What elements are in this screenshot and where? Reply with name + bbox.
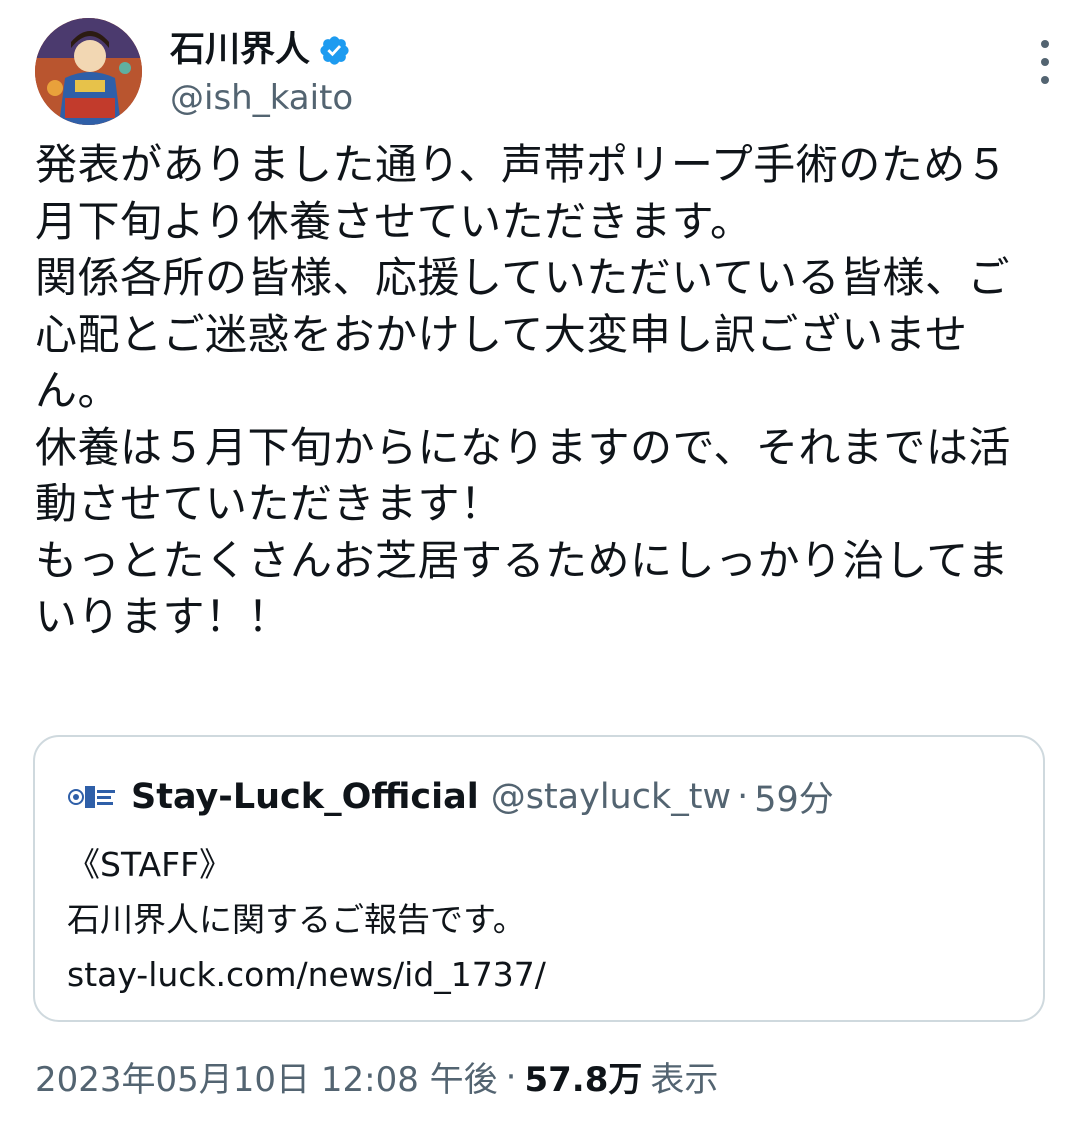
quoted-link: stay-luck.com/news/id_1737/ (67, 955, 546, 994)
quoted-author-avatar (67, 779, 119, 814)
views-count: 57.8万 (524, 1060, 643, 1100)
quoted-text-line: 石川界人に関するご報告です。 (67, 900, 526, 939)
tweet-text: 発表がありました通り、声帯ポリープ手術のため５月下旬より休養させていただきます。… (35, 140, 1011, 641)
separator-dot: · (737, 776, 749, 817)
quoted-timestamp: 59分 (754, 780, 834, 820)
quoted-handle: @stayluck_tw (490, 776, 732, 817)
tweet-timestamp[interactable]: 2023年05月10日 12:08 午後 (35, 1052, 498, 1101)
more-options-icon[interactable] (1035, 40, 1055, 84)
quoted-text-line: 《STAFF》 (67, 845, 233, 884)
tweet-header: 石川界人 @ish_kaito (35, 18, 1055, 128)
stay-luck-logo-icon (68, 785, 115, 808)
views-label: 表示 (650, 1060, 719, 1100)
verified-badge-icon (320, 35, 349, 65)
quoted-tweet[interactable]: Stay-Luck_Official @stayluck_tw · 59分 《S… (33, 735, 1045, 1022)
author-avatar[interactable] (35, 18, 142, 125)
quoted-display-name: Stay-Luck_Official (131, 776, 479, 817)
quoted-text: 《STAFF》石川界人に関するご報告です。 stay-luck.com/news/… (67, 837, 1017, 1002)
tweet-meta: 2023年05月10日 12:08 午後 · 57.8万 表示 (35, 1052, 718, 1101)
display-name[interactable]: 石川界人 (170, 30, 310, 70)
separator-dot: · (505, 1056, 517, 1097)
avatar-illustration (35, 18, 142, 125)
author-handle[interactable]: @ish_kaito (170, 78, 353, 118)
